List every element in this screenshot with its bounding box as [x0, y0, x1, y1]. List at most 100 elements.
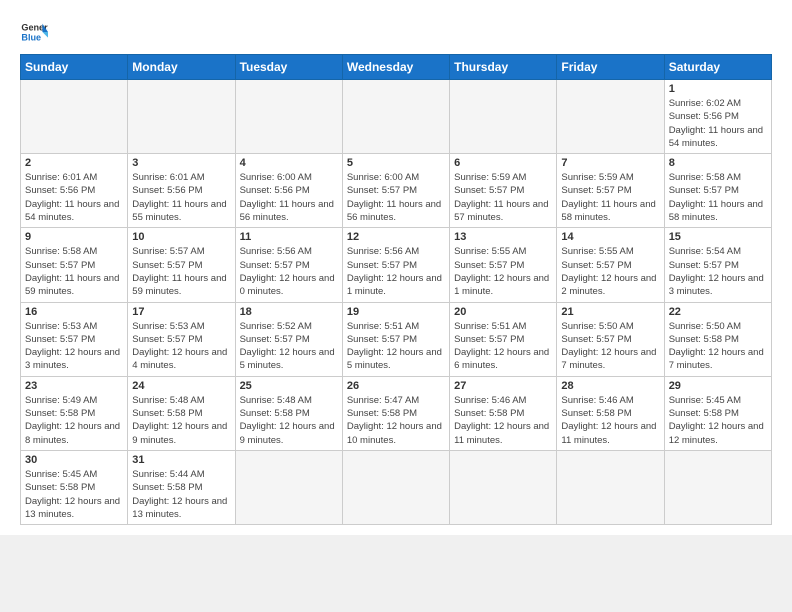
day-info: Sunrise: 5:53 AM Sunset: 5:57 PM Dayligh…	[25, 320, 123, 373]
logo: General Blue	[20, 18, 48, 46]
day-info: Sunrise: 5:57 AM Sunset: 5:57 PM Dayligh…	[132, 245, 230, 298]
day-cell	[664, 450, 771, 524]
day-cell: 9 Sunrise: 5:58 AM Sunset: 5:57 PM Daylig…	[21, 228, 128, 302]
day-info: Sunrise: 5:49 AM Sunset: 5:58 PM Dayligh…	[25, 394, 123, 447]
day-info: Sunrise: 5:58 AM Sunset: 5:57 PM Dayligh…	[25, 245, 123, 298]
day-info: Sunrise: 5:51 AM Sunset: 5:57 PM Dayligh…	[454, 320, 552, 373]
day-number: 14	[561, 231, 659, 243]
week-row-1: 1 Sunrise: 6:02 AM Sunset: 5:56 PM Daylig…	[21, 80, 772, 154]
day-info: Sunrise: 6:01 AM Sunset: 5:56 PM Dayligh…	[132, 171, 230, 224]
day-number: 25	[240, 380, 338, 392]
day-info: Sunrise: 5:56 AM Sunset: 5:57 PM Dayligh…	[240, 245, 338, 298]
day-number: 16	[25, 306, 123, 318]
day-info: Sunrise: 6:01 AM Sunset: 5:56 PM Dayligh…	[25, 171, 123, 224]
day-cell: 2Sunrise: 6:01 AM Sunset: 5:56 PM Daylig…	[21, 154, 128, 228]
day-number: 9	[25, 231, 123, 243]
day-number: 30	[25, 454, 123, 466]
day-number: 29	[669, 380, 767, 392]
day-number: 24	[132, 380, 230, 392]
day-info: Sunrise: 5:44 AM Sunset: 5:58 PM Dayligh…	[132, 468, 230, 521]
calendar: SundayMondayTuesdayWednesdayThursdayFrid…	[20, 54, 772, 525]
day-info: Sunrise: 5:45 AM Sunset: 5:58 PM Dayligh…	[25, 468, 123, 521]
day-cell: 26 Sunrise: 5:47 AM Sunset: 5:58 PM Dayli…	[342, 376, 449, 450]
day-cell: 11 Sunrise: 5:56 AM Sunset: 5:57 PM Dayli…	[235, 228, 342, 302]
day-info: Sunrise: 6:00 AM Sunset: 5:56 PM Dayligh…	[240, 171, 338, 224]
day-info: Sunrise: 5:46 AM Sunset: 5:58 PM Dayligh…	[561, 394, 659, 447]
day-info: Sunrise: 6:02 AM Sunset: 5:56 PM Dayligh…	[669, 97, 767, 150]
day-info: Sunrise: 5:55 AM Sunset: 5:57 PM Dayligh…	[454, 245, 552, 298]
day-cell: 28Sunrise: 5:46 AM Sunset: 5:58 PM Dayli…	[557, 376, 664, 450]
day-cell	[557, 80, 664, 154]
weekday-wednesday: Wednesday	[342, 55, 449, 80]
week-row-6: 30 Sunrise: 5:45 AM Sunset: 5:58 PM Dayli…	[21, 450, 772, 524]
day-number: 26	[347, 380, 445, 392]
day-cell: 1 Sunrise: 6:02 AM Sunset: 5:56 PM Daylig…	[664, 80, 771, 154]
day-cell: 3 Sunrise: 6:01 AM Sunset: 5:56 PM Daylig…	[128, 154, 235, 228]
weekday-tuesday: Tuesday	[235, 55, 342, 80]
day-info: Sunrise: 5:52 AM Sunset: 5:57 PM Dayligh…	[240, 320, 338, 373]
day-cell: 29 Sunrise: 5:45 AM Sunset: 5:58 PM Dayli…	[664, 376, 771, 450]
day-info: Sunrise: 5:54 AM Sunset: 5:57 PM Dayligh…	[669, 245, 767, 298]
day-cell: 20Sunrise: 5:51 AM Sunset: 5:57 PM Dayli…	[450, 302, 557, 376]
day-number: 3	[132, 157, 230, 169]
day-cell: 30 Sunrise: 5:45 AM Sunset: 5:58 PM Dayli…	[21, 450, 128, 524]
day-number: 22	[669, 306, 767, 318]
day-number: 18	[240, 306, 338, 318]
day-cell	[342, 80, 449, 154]
day-number: 15	[669, 231, 767, 243]
day-cell: 5Sunrise: 6:00 AM Sunset: 5:57 PM Daylig…	[342, 154, 449, 228]
weekday-monday: Monday	[128, 55, 235, 80]
day-cell: 10 Sunrise: 5:57 AM Sunset: 5:57 PM Dayli…	[128, 228, 235, 302]
day-info: Sunrise: 5:45 AM Sunset: 5:58 PM Dayligh…	[669, 394, 767, 447]
day-cell: 23 Sunrise: 5:49 AM Sunset: 5:58 PM Dayli…	[21, 376, 128, 450]
day-cell: 6 Sunrise: 5:59 AM Sunset: 5:57 PM Daylig…	[450, 154, 557, 228]
day-number: 5	[347, 157, 445, 169]
day-cell: 4Sunrise: 6:00 AM Sunset: 5:56 PM Daylig…	[235, 154, 342, 228]
week-row-5: 23 Sunrise: 5:49 AM Sunset: 5:58 PM Dayli…	[21, 376, 772, 450]
day-info: Sunrise: 5:50 AM Sunset: 5:58 PM Dayligh…	[669, 320, 767, 373]
day-number: 19	[347, 306, 445, 318]
day-info: Sunrise: 5:46 AM Sunset: 5:58 PM Dayligh…	[454, 394, 552, 447]
day-cell: 17Sunrise: 5:53 AM Sunset: 5:57 PM Dayli…	[128, 302, 235, 376]
day-info: Sunrise: 5:51 AM Sunset: 5:57 PM Dayligh…	[347, 320, 445, 373]
day-cell: 8Sunrise: 5:58 AM Sunset: 5:57 PM Daylig…	[664, 154, 771, 228]
day-number: 7	[561, 157, 659, 169]
day-cell: 12Sunrise: 5:56 AM Sunset: 5:57 PM Dayli…	[342, 228, 449, 302]
day-cell: 14Sunrise: 5:55 AM Sunset: 5:57 PM Dayli…	[557, 228, 664, 302]
week-row-4: 16 Sunrise: 5:53 AM Sunset: 5:57 PM Dayli…	[21, 302, 772, 376]
day-info: Sunrise: 5:59 AM Sunset: 5:57 PM Dayligh…	[561, 171, 659, 224]
day-info: Sunrise: 5:50 AM Sunset: 5:57 PM Dayligh…	[561, 320, 659, 373]
day-number: 11	[240, 231, 338, 243]
day-info: Sunrise: 5:47 AM Sunset: 5:58 PM Dayligh…	[347, 394, 445, 447]
weekday-friday: Friday	[557, 55, 664, 80]
day-cell: 7 Sunrise: 5:59 AM Sunset: 5:57 PM Daylig…	[557, 154, 664, 228]
day-info: Sunrise: 5:59 AM Sunset: 5:57 PM Dayligh…	[454, 171, 552, 224]
header: General Blue	[20, 18, 772, 46]
day-number: 17	[132, 306, 230, 318]
day-number: 13	[454, 231, 552, 243]
day-cell: 13 Sunrise: 5:55 AM Sunset: 5:57 PM Dayli…	[450, 228, 557, 302]
day-number: 1	[669, 83, 767, 95]
day-cell: 19 Sunrise: 5:51 AM Sunset: 5:57 PM Dayli…	[342, 302, 449, 376]
weekday-sunday: Sunday	[21, 55, 128, 80]
day-number: 12	[347, 231, 445, 243]
day-number: 10	[132, 231, 230, 243]
day-number: 31	[132, 454, 230, 466]
day-cell: 27Sunrise: 5:46 AM Sunset: 5:58 PM Dayli…	[450, 376, 557, 450]
day-cell: 24Sunrise: 5:48 AM Sunset: 5:58 PM Dayli…	[128, 376, 235, 450]
day-cell	[342, 450, 449, 524]
day-cell	[557, 450, 664, 524]
day-cell: 16 Sunrise: 5:53 AM Sunset: 5:57 PM Dayli…	[21, 302, 128, 376]
day-cell: 21 Sunrise: 5:50 AM Sunset: 5:57 PM Dayli…	[557, 302, 664, 376]
logo-icon: General Blue	[20, 18, 48, 46]
weekday-header-row: SundayMondayTuesdayWednesdayThursdayFrid…	[21, 55, 772, 80]
day-number: 6	[454, 157, 552, 169]
day-number: 21	[561, 306, 659, 318]
day-cell	[128, 80, 235, 154]
day-cell: 15 Sunrise: 5:54 AM Sunset: 5:57 PM Dayli…	[664, 228, 771, 302]
day-number: 23	[25, 380, 123, 392]
day-cell: 31 Sunrise: 5:44 AM Sunset: 5:58 PM Dayli…	[128, 450, 235, 524]
day-cell	[235, 450, 342, 524]
day-info: Sunrise: 5:48 AM Sunset: 5:58 PM Dayligh…	[240, 394, 338, 447]
day-cell	[450, 80, 557, 154]
